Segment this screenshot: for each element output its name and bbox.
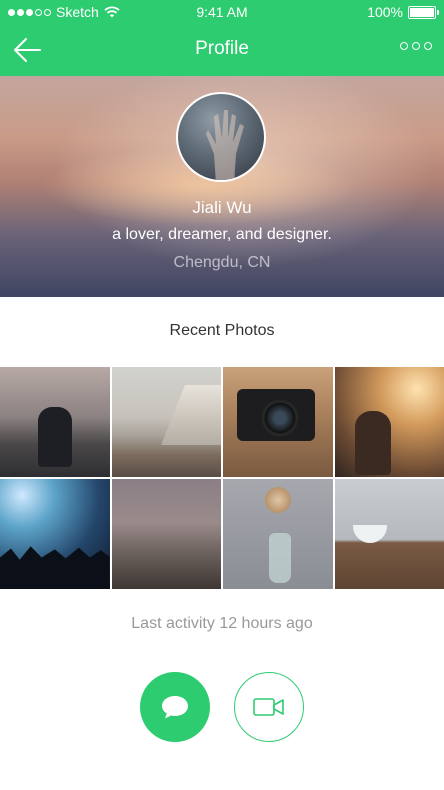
- battery-percent: 100%: [367, 4, 403, 20]
- header: Sketch 9:41 AM 100% Profile: [0, 0, 444, 76]
- photo-thumbnail[interactable]: [0, 479, 110, 589]
- photo-thumbnail[interactable]: [111, 367, 221, 477]
- message-button[interactable]: [140, 672, 210, 742]
- video-camera-icon: [253, 698, 284, 716]
- photo-thumbnail[interactable]: [223, 479, 333, 589]
- photo-thumbnail[interactable]: [334, 479, 444, 589]
- photo-thumbnail[interactable]: [111, 479, 221, 589]
- photo-thumbnail[interactable]: [334, 367, 444, 477]
- profile-location: Chengdu, CN: [173, 254, 271, 271]
- recent-photos-title: Recent Photos: [169, 322, 275, 339]
- hand-silhouette-icon: [206, 110, 244, 180]
- profile-tagline: a lover, dreamer, and designer.: [112, 226, 332, 243]
- more-dots-icon[interactable]: [400, 42, 432, 50]
- profile-hero: Jiali Wu a lover, dreamer, and designer.…: [0, 76, 444, 297]
- photo-thumbnail[interactable]: [0, 367, 110, 477]
- last-activity-text: Last activity 12 hours ago: [131, 615, 313, 632]
- photo-thumbnail[interactable]: [223, 367, 333, 477]
- avatar[interactable]: [176, 92, 266, 182]
- profile-name: Jiali Wu: [192, 198, 252, 217]
- nav-bar: Profile: [0, 24, 444, 76]
- chat-bubble-icon: [162, 696, 188, 719]
- battery-icon: [408, 5, 439, 19]
- photo-grid: [0, 367, 444, 589]
- status-bar: Sketch 9:41 AM 100%: [0, 0, 444, 24]
- page-title: Profile: [195, 38, 249, 59]
- battery-status: 100%: [367, 4, 439, 20]
- video-call-button[interactable]: [234, 672, 304, 742]
